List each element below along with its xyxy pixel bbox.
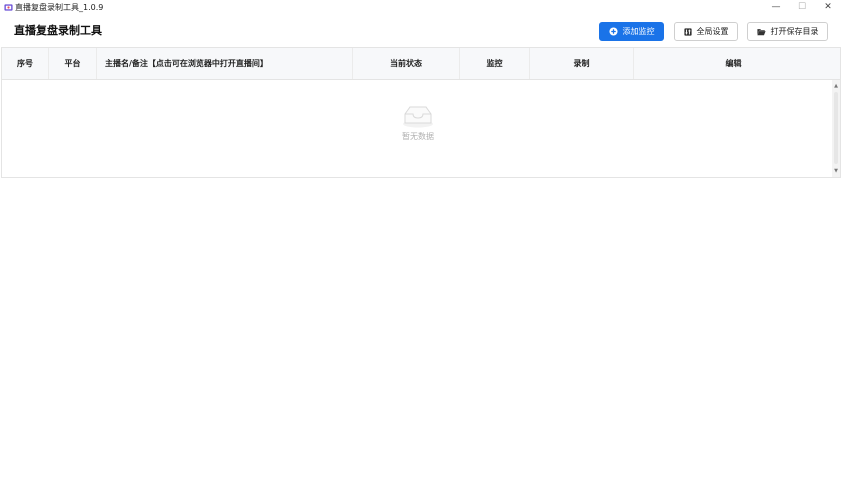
maximize-button[interactable]: ☐ [789, 0, 815, 15]
plus-circle-icon [608, 27, 618, 36]
app-window: 直播复盘录制工具_1.0.9 — ☐ ✕ 直播复盘录制工具 添加监控 全局设置 … [0, 0, 844, 500]
add-monitor-label: 添加监控 [622, 26, 655, 36]
scroll-down-arrow-icon[interactable]: ▼ [832, 167, 840, 175]
settings-icon [683, 27, 692, 36]
empty-text: 暂无数据 [402, 132, 434, 141]
empty-box-icon [403, 106, 433, 128]
column-header-edit[interactable]: 编辑 [634, 48, 833, 79]
page-title: 直播复盘录制工具 [14, 24, 102, 37]
window-title: 直播复盘录制工具_1.0.9 [15, 3, 104, 12]
toolbar: 直播复盘录制工具 添加监控 全局设置 打开保存目录 [0, 15, 844, 47]
scroll-thumb[interactable] [834, 92, 838, 164]
column-header-monitor[interactable]: 监控 [460, 48, 530, 79]
empty-state: 暂无数据 [382, 104, 454, 142]
vertical-scrollbar[interactable]: ▲ ▼ [832, 80, 840, 177]
title-bar[interactable]: 直播复盘录制工具_1.0.9 — ☐ ✕ [0, 0, 844, 15]
column-header-status[interactable]: 当前状态 [353, 48, 460, 79]
column-header-platform[interactable]: 平台 [49, 48, 97, 79]
add-monitor-button[interactable]: 添加监控 [599, 22, 664, 41]
global-settings-label: 全局设置 [696, 26, 729, 36]
scroll-up-arrow-icon[interactable]: ▲ [832, 82, 840, 90]
column-header-streamer[interactable]: 主播名/备注【点击可在浏览器中打开直播间】 [97, 48, 353, 79]
open-save-folder-button[interactable]: 打开保存目录 [747, 22, 828, 41]
monitor-table: 序号 平台 主播名/备注【点击可在浏览器中打开直播间】 当前状态 监控 录制 编… [1, 47, 841, 178]
close-button[interactable]: ✕ [815, 0, 841, 15]
open-save-folder-label: 打开保存目录 [770, 26, 819, 36]
table-header: 序号 平台 主播名/备注【点击可在浏览器中打开直播间】 当前状态 监控 录制 编… [2, 48, 840, 80]
table-body: 暂无数据 [2, 80, 832, 177]
column-header-seq[interactable]: 序号 [2, 48, 49, 79]
app-icon [4, 4, 13, 11]
minimize-button[interactable]: — [763, 0, 789, 15]
folder-open-icon [756, 28, 766, 36]
column-header-record[interactable]: 录制 [530, 48, 634, 79]
global-settings-button[interactable]: 全局设置 [674, 22, 738, 41]
